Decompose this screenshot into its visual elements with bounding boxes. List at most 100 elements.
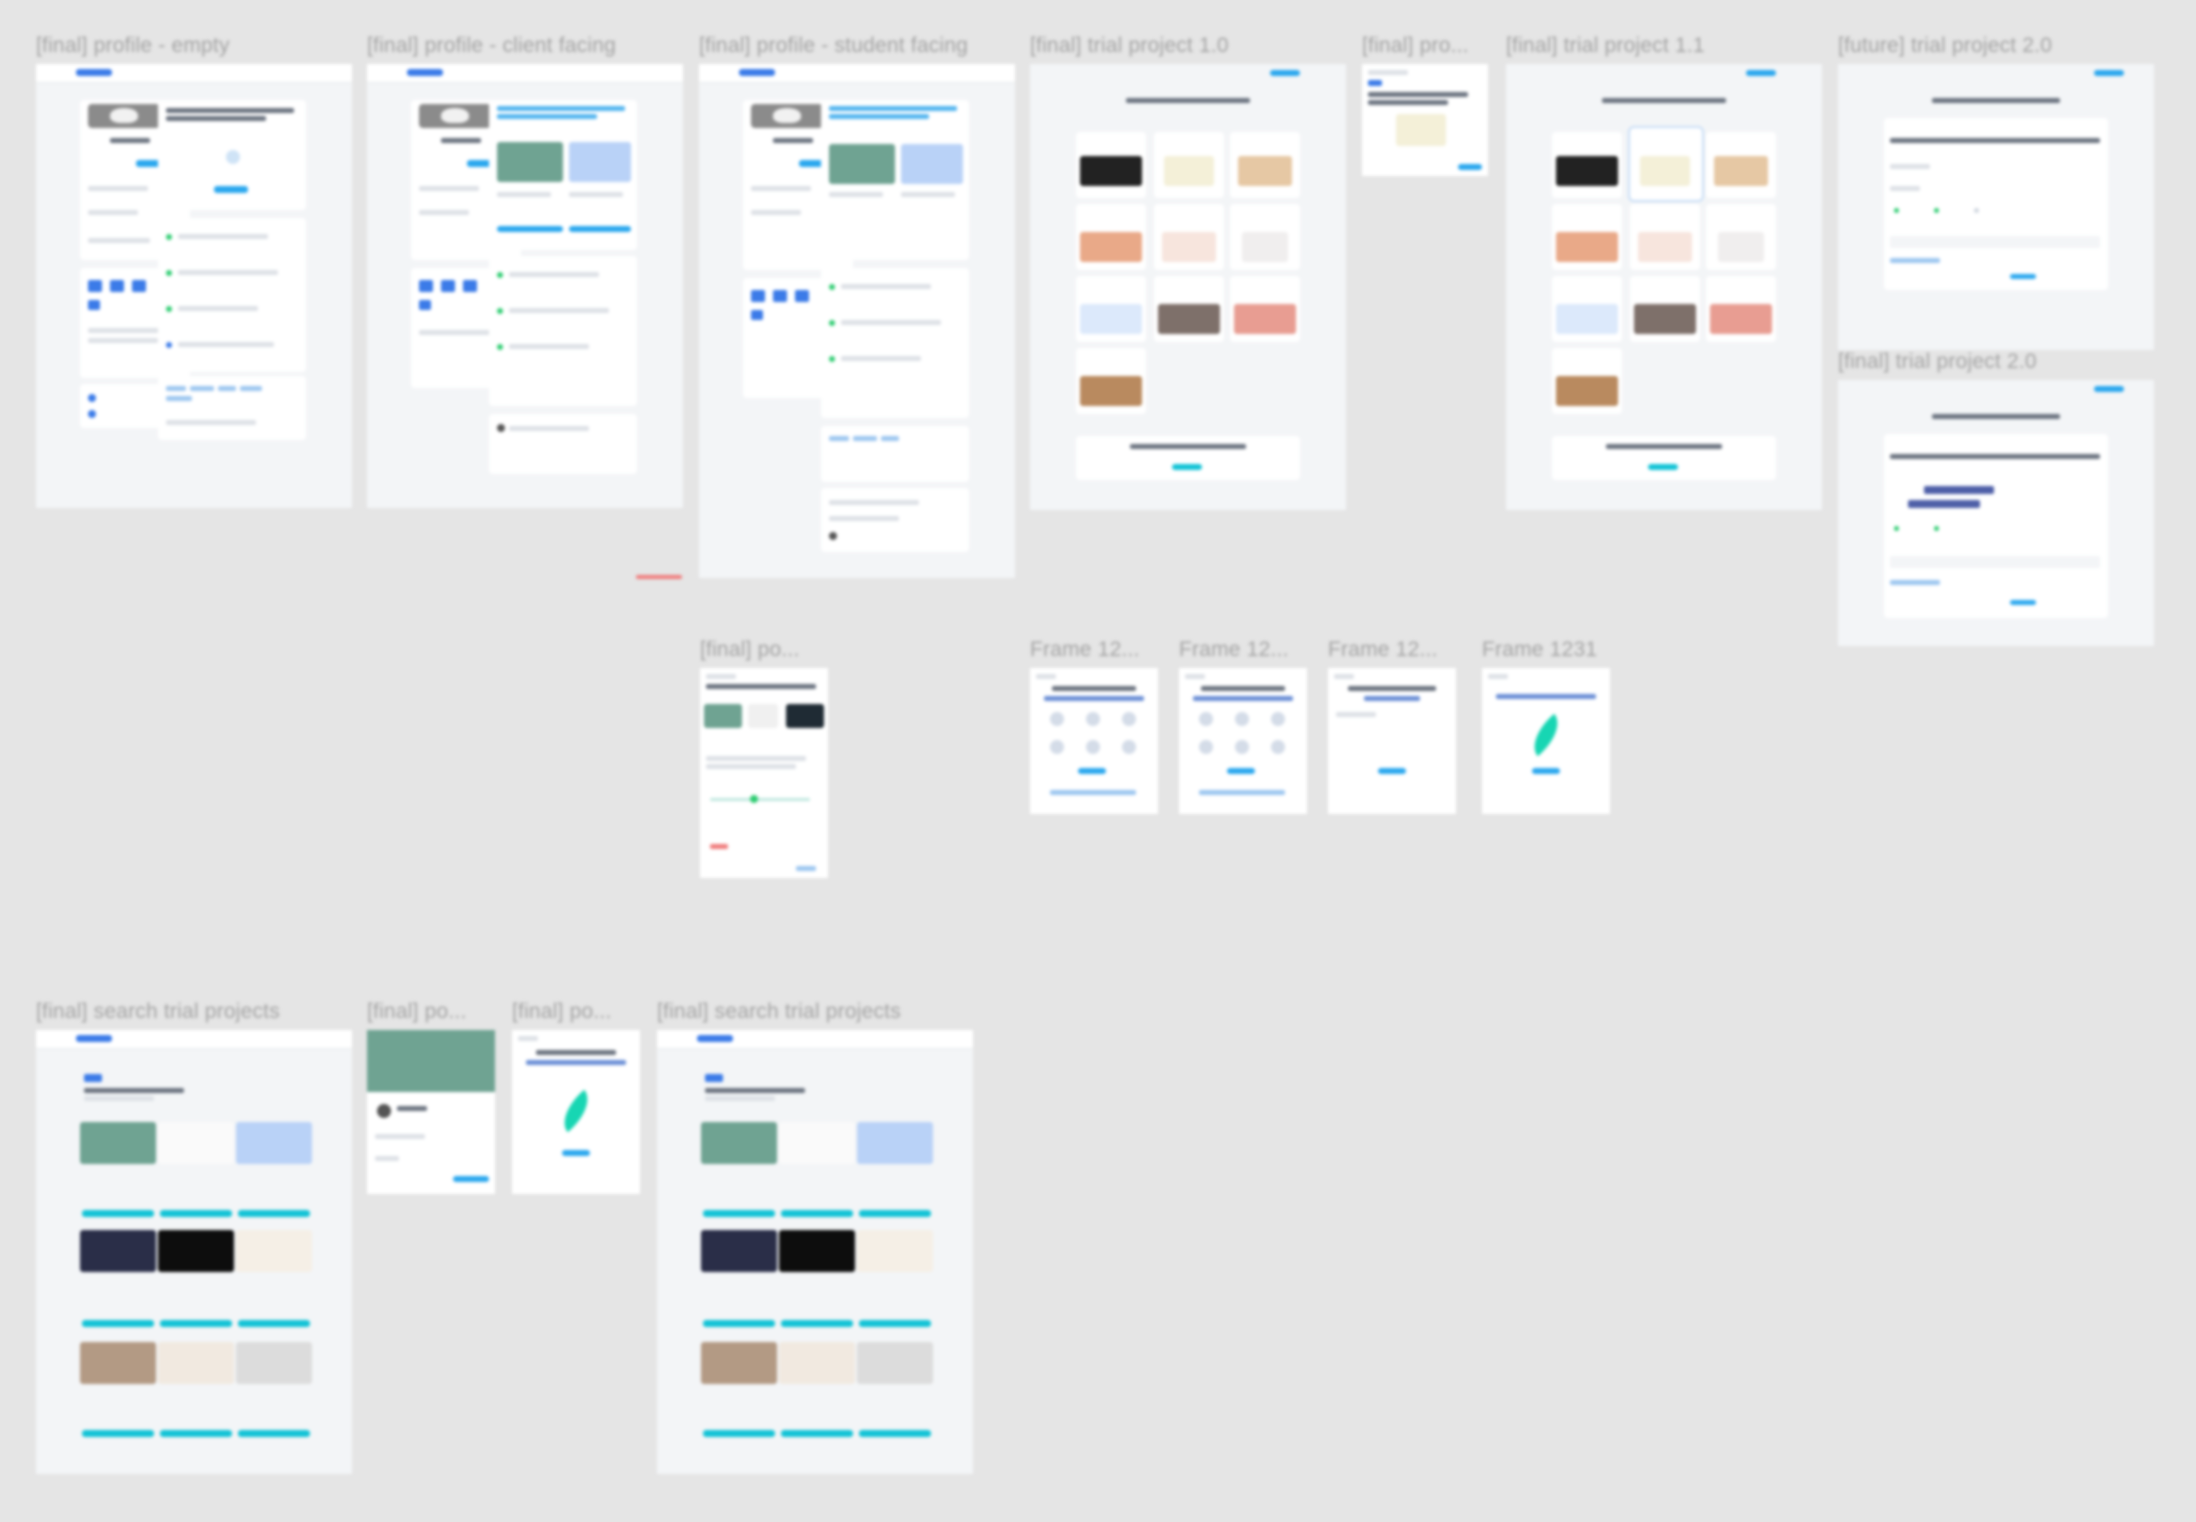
project-button[interactable] xyxy=(569,226,631,232)
continue-button[interactable] xyxy=(1458,164,1482,170)
frame-search-trial-projects-1[interactable]: [final] search trial projects xyxy=(36,1000,352,1474)
frame-title[interactable]: [final] search trial projects xyxy=(36,1000,280,1024)
project-thumbnail[interactable] xyxy=(80,1230,156,1272)
apply-button[interactable] xyxy=(160,1320,232,1327)
next-button[interactable] xyxy=(2010,274,2036,279)
option-icon[interactable] xyxy=(1199,712,1213,726)
link-line[interactable] xyxy=(1890,258,1940,263)
frame-12-b[interactable]: Frame 12... xyxy=(1179,638,1307,814)
project-thumbnail[interactable] xyxy=(701,1122,777,1164)
project-thumbnail[interactable] xyxy=(857,1122,933,1164)
textarea-field[interactable] xyxy=(1890,556,2100,568)
option-card[interactable] xyxy=(1076,348,1146,414)
continue-button[interactable] xyxy=(562,1150,590,1156)
frame-title[interactable]: [final] po... xyxy=(512,1000,612,1024)
radio-option[interactable] xyxy=(1934,526,1939,531)
project-thumbnail[interactable] xyxy=(158,1230,234,1272)
apply-button[interactable] xyxy=(82,1210,154,1217)
apply-button[interactable] xyxy=(859,1430,931,1437)
apply-button[interactable] xyxy=(703,1430,775,1437)
option-icon[interactable] xyxy=(1122,740,1136,754)
option-icon[interactable] xyxy=(1086,712,1100,726)
frame-title[interactable]: [final] profile - empty xyxy=(36,34,230,58)
project-thumbnail[interactable] xyxy=(779,1230,855,1272)
apply-button[interactable] xyxy=(160,1210,232,1217)
project-thumbnail[interactable] xyxy=(857,1230,933,1272)
option-card[interactable] xyxy=(1154,276,1224,342)
project-thumbnail[interactable] xyxy=(829,144,895,184)
project-thumbnail[interactable] xyxy=(701,1230,777,1272)
apply-button[interactable] xyxy=(238,1430,310,1437)
apply-button[interactable] xyxy=(703,1320,775,1327)
frame-title[interactable]: [final] trial project 2.0 xyxy=(1838,350,2037,374)
option-icon[interactable] xyxy=(1271,740,1285,754)
apply-button[interactable] xyxy=(160,1430,232,1437)
option-card[interactable] xyxy=(1552,204,1622,270)
top-action-button[interactable] xyxy=(1746,70,1776,76)
option-card[interactable] xyxy=(1706,132,1776,198)
add-button[interactable] xyxy=(214,186,248,193)
frame-title[interactable]: [final] po... xyxy=(367,1000,467,1024)
option-card[interactable] xyxy=(1630,276,1700,342)
continue-button[interactable] xyxy=(1078,768,1106,774)
apply-button[interactable] xyxy=(82,1430,154,1437)
apply-button[interactable] xyxy=(703,1210,775,1217)
apply-button[interactable] xyxy=(238,1210,310,1217)
option-card[interactable] xyxy=(1552,276,1622,342)
apply-button[interactable] xyxy=(859,1320,931,1327)
option-card[interactable] xyxy=(1552,348,1622,414)
option-card[interactable] xyxy=(1076,276,1146,342)
radio-option[interactable] xyxy=(1894,526,1899,531)
link-line[interactable] xyxy=(796,866,816,871)
project-thumbnail[interactable] xyxy=(857,1342,933,1384)
link-line[interactable] xyxy=(1199,790,1285,795)
option-card[interactable] xyxy=(1230,204,1300,270)
project-thumbnail[interactable] xyxy=(236,1122,312,1164)
filter-tag[interactable] xyxy=(705,1074,723,1082)
input-line[interactable] xyxy=(1336,712,1376,717)
apply-button[interactable] xyxy=(781,1430,853,1437)
radio-option[interactable] xyxy=(1974,208,1979,213)
frame-title[interactable]: [final] profile - client facing xyxy=(367,34,616,58)
frame-trial-project-2-0[interactable]: [final] trial project 2.0 xyxy=(1838,350,2154,646)
apply-button[interactable] xyxy=(238,1320,310,1327)
frame-12-c[interactable]: Frame 12... xyxy=(1328,638,1456,814)
option-icon[interactable] xyxy=(1235,712,1249,726)
slider-track[interactable] xyxy=(710,798,810,801)
option-icon[interactable] xyxy=(1050,740,1064,754)
highlighted-field[interactable] xyxy=(1924,486,1994,494)
project-thumbnail[interactable] xyxy=(80,1122,156,1164)
project-thumbnail[interactable] xyxy=(779,1122,855,1164)
frame-title[interactable]: Frame 1231 xyxy=(1482,638,1597,662)
frame-po-mid[interactable]: [final] po... xyxy=(700,638,828,878)
cta-button[interactable] xyxy=(1172,464,1202,470)
option-card[interactable] xyxy=(1230,132,1300,198)
project-thumbnail[interactable] xyxy=(236,1342,312,1384)
project-thumbnail[interactable] xyxy=(80,1342,156,1384)
apply-button[interactable] xyxy=(781,1210,853,1217)
frame-trial-project-1-0[interactable]: [final] trial project 1.0 xyxy=(1030,34,1346,510)
highlighted-field[interactable] xyxy=(1908,500,1980,508)
frame-title[interactable]: Frame 12... xyxy=(1179,638,1289,662)
frame-title[interactable]: Frame 12... xyxy=(1328,638,1438,662)
continue-button[interactable] xyxy=(1378,768,1406,774)
filter-tag[interactable] xyxy=(84,1074,102,1082)
top-action-button[interactable] xyxy=(1270,70,1300,76)
project-thumbnail[interactable] xyxy=(569,142,631,182)
option-card[interactable] xyxy=(1630,204,1700,270)
apply-button[interactable] xyxy=(781,1320,853,1327)
frame-search-trial-projects-2[interactable]: [final] search trial projects xyxy=(657,1000,973,1474)
frame-trial-project-1-1[interactable]: [final] trial project 1.1 xyxy=(1506,34,1822,510)
project-thumbnail[interactable] xyxy=(236,1230,312,1272)
next-button[interactable] xyxy=(2010,600,2036,605)
frame-title[interactable]: [final] profile - student facing xyxy=(699,34,968,58)
option-card[interactable] xyxy=(1552,132,1622,198)
option-icon[interactable] xyxy=(1235,740,1249,754)
option-icon[interactable] xyxy=(1086,740,1100,754)
textarea-field[interactable] xyxy=(1890,236,2100,248)
frame-title[interactable]: Frame 12... xyxy=(1030,638,1140,662)
frame-12-a[interactable]: Frame 12... xyxy=(1030,638,1158,814)
option-card[interactable] xyxy=(1154,132,1224,198)
frame-future-trial-project-2-0[interactable]: [future] trial project 2.0 xyxy=(1838,34,2154,350)
option-icon[interactable] xyxy=(1199,740,1213,754)
